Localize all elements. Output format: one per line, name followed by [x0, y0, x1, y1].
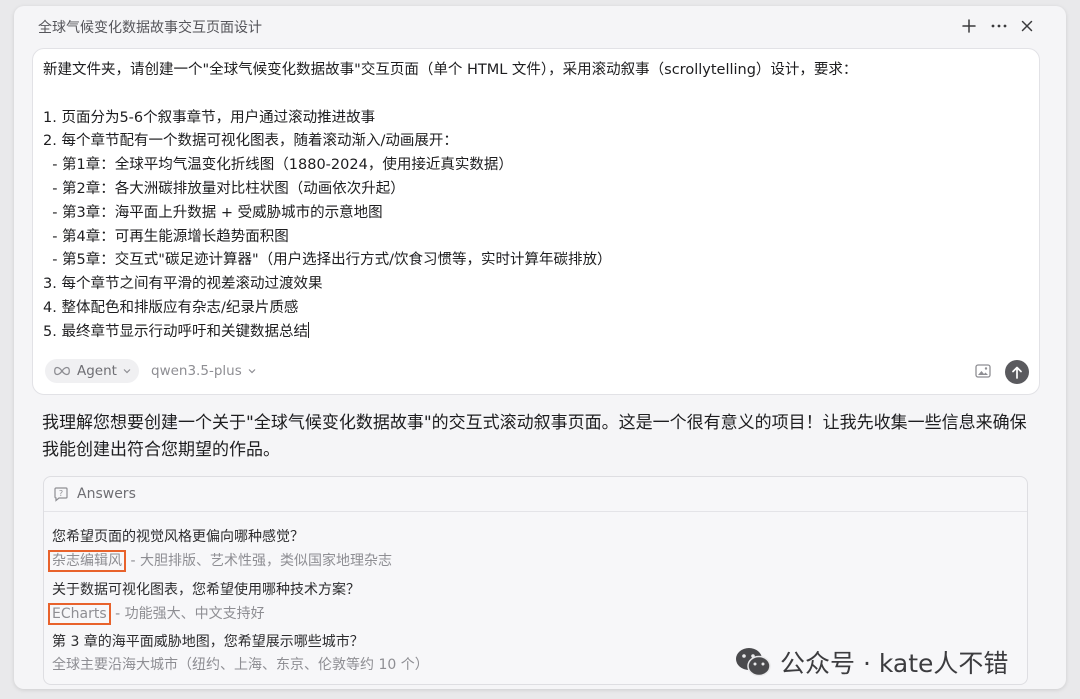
- more-options-button[interactable]: [988, 15, 1010, 37]
- prompt-text[interactable]: 新建文件夹，请创建一个"全球气候变化数据故事"交互页面（单个 HTML 文件），…: [43, 59, 1023, 345]
- question-bubble-icon: ?: [54, 487, 68, 502]
- highlighted-answer: ECharts: [48, 603, 111, 625]
- close-button[interactable]: [1016, 15, 1038, 37]
- answer-question: 第 3 章的海平面威胁地图，您希望展示哪些城市？: [52, 634, 364, 650]
- prompt-line: - 第1章：全球平均气温变化折线图（1880-2024，使用接近真实数据）: [43, 157, 513, 174]
- arrow-up-icon: [1012, 366, 1022, 379]
- answer-item: 您希望页面的视觉风格更偏向哪种感觉？ 杂志编辑风 - 大胆排版、艺术性强，类似国…: [48, 527, 392, 572]
- app-window: 全球气候变化数据故事交互页面设计 新建文件夹，请创建一个"全球气候变化数据故事"…: [14, 6, 1066, 689]
- text-caret: [307, 321, 309, 338]
- answer-value: 杂志编辑风 - 大胆排版、艺术性强，类似国家地理杂志: [48, 550, 392, 572]
- svg-text:?: ?: [59, 489, 63, 498]
- prompt-line: - 第3章：海平面上升数据 + 受威胁城市的示意地图: [43, 204, 383, 221]
- prompt-line: 2. 每个章节配有一个数据可视化图表，随着滚动渐入/动画展开：: [43, 133, 458, 150]
- answer-detail: - 大胆排版、艺术性强，类似国家地理杂志: [126, 553, 392, 569]
- chevron-down-icon: [123, 369, 131, 374]
- wechat-logo-icon: [736, 648, 771, 677]
- prompt-line: 1. 页面分为5-6个叙事章节，用户通过滚动推进故事: [43, 109, 376, 126]
- chevron-down-icon: [248, 369, 256, 374]
- model-selector[interactable]: qwen3.5-plus: [151, 359, 256, 383]
- title-bar: 全球气候变化数据故事交互页面设计: [14, 6, 1066, 46]
- prompt-line: - 第5章：交互式"碳足迹计算器"（用户选择出行方式/饮食习惯等，实时计算年碳排…: [43, 252, 612, 269]
- wechat-watermark: 公众号 · kate人不错: [734, 642, 1008, 682]
- window-title: 全球气候变化数据故事交互页面设计: [38, 20, 262, 36]
- prompt-line: - 第2章：各大洲碳排放量对比柱状图（动画依次升起）: [43, 180, 405, 197]
- image-icon: [975, 364, 991, 378]
- assistant-reply: 我理解您想要创建一个关于"全球气候变化数据故事"的交互式滚动叙事页面。这是一个很…: [42, 413, 1027, 460]
- close-icon: [1021, 20, 1033, 32]
- highlighted-answer: 杂志编辑风: [48, 550, 126, 572]
- ellipsis-icon: [991, 24, 1007, 28]
- infinity-icon: [54, 366, 70, 376]
- answer-value: 全球主要沿海大城市（纽约、上海、东京、伦敦等约 10 个）: [52, 655, 429, 675]
- plus-icon: [962, 19, 976, 33]
- send-button[interactable]: [1005, 360, 1029, 384]
- answer-text: 全球主要沿海大城市（纽约、上海、东京、伦敦等约 10 个）: [52, 657, 429, 673]
- attach-image-button[interactable]: [973, 362, 993, 380]
- answer-item: 第 3 章的海平面威胁地图，您希望展示哪些城市？ 全球主要沿海大城市（纽约、上海…: [52, 632, 429, 675]
- prompt-composer[interactable]: 新建文件夹，请创建一个"全球气候变化数据故事"交互页面（单个 HTML 文件），…: [32, 48, 1040, 395]
- answers-title: Answers: [77, 486, 136, 502]
- answer-value: ECharts - 功能强大、中文支持好: [48, 603, 360, 625]
- answers-header: ? Answers: [44, 477, 1027, 512]
- answer-question: 关于数据可视化图表，您希望使用哪种技术方案？: [52, 582, 360, 598]
- prompt-line: 新建文件夹，请创建一个"全球气候变化数据故事"交互页面（单个 HTML 文件），…: [43, 62, 858, 78]
- agent-label: Agent: [77, 363, 117, 379]
- watermark-text: 公众号 · kate人不错: [780, 649, 1009, 678]
- prompt-line: - 第4章：可再生能源增长趋势面积图: [43, 228, 289, 245]
- prompt-line: 3. 每个章节之间有平滑的视差滚动过渡效果: [43, 276, 323, 293]
- model-label: qwen3.5-plus: [151, 363, 242, 379]
- answer-question: 您希望页面的视觉风格更偏向哪种感觉？: [52, 529, 304, 545]
- agent-mode-selector[interactable]: Agent: [45, 359, 139, 383]
- prompt-line: [43, 83, 1023, 107]
- prompt-line: 4. 整体配色和排版应有杂志/纪录片质感: [43, 299, 299, 316]
- answer-detail: - 功能强大、中文支持好: [110, 606, 265, 622]
- new-chat-button[interactable]: [958, 15, 980, 37]
- answer-item: 关于数据可视化图表，您希望使用哪种技术方案？ ECharts - 功能强大、中文…: [48, 580, 360, 625]
- prompt-line: 5. 最终章节显示行动呼吁和关键数据总结: [43, 321, 309, 340]
